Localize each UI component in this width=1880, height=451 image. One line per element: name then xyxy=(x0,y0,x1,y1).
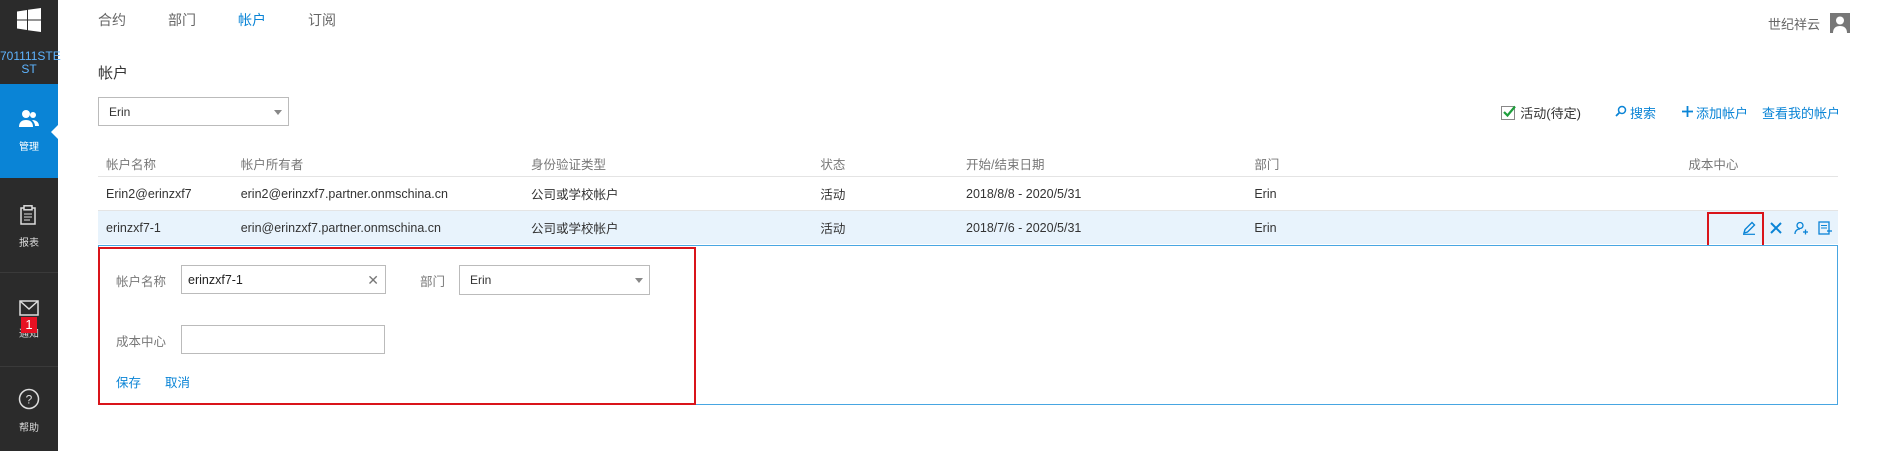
tab-departments[interactable]: 部门 xyxy=(168,10,196,30)
cell-account-owner: erin@erinzxf7.partner.onmschina.cn xyxy=(240,220,441,235)
user-name: 世纪祥云 xyxy=(1767,16,1820,32)
nav-item-notifications[interactable]: 1 通知 xyxy=(0,274,58,367)
column-header[interactable]: 部门 xyxy=(1254,154,1688,173)
nav-item-manage[interactable]: 管理 xyxy=(0,84,59,178)
cell-auth-type: 公司或学校帐户 xyxy=(531,188,619,202)
search-label: 搜索 xyxy=(1629,106,1656,121)
nav-label: 帮助 xyxy=(19,422,39,434)
tenant-name: 701111STE ST xyxy=(0,49,61,76)
top-tabs: 合约 部门 帐户 订阅 xyxy=(98,10,378,30)
cell-date-range: 2018/8/8 - 2020/5/31 xyxy=(966,186,1082,201)
edit-form-highlight xyxy=(98,247,696,405)
nav-label: 报表 xyxy=(19,238,39,249)
view-my-account-link[interactable]: 查看我的帐户 xyxy=(1762,103,1840,122)
search-icon xyxy=(1615,105,1627,120)
report-icon xyxy=(20,205,38,228)
table-row[interactable]: Erin2@erinzxf7 erin2@erinzxf7.partner.on… xyxy=(98,176,1838,210)
action-bar: 活动(待定) 搜索 添加帐户 查看我的帐户 xyxy=(1501,103,1840,122)
edit-icon-highlight xyxy=(1707,212,1764,247)
add-account-label: 添加帐户 xyxy=(1695,106,1748,121)
notification-count-badge: 1 xyxy=(21,317,37,333)
cell-department: Erin xyxy=(1254,186,1277,201)
column-header[interactable]: 成本中心 xyxy=(1688,154,1838,173)
nav-item-reports[interactable]: 报表 xyxy=(0,182,58,273)
svg-text:?: ? xyxy=(26,392,33,406)
table-row[interactable]: erinzxf7-1 erin@erinzxf7.partner.onmschi… xyxy=(98,210,1838,244)
page-title: 帐户 xyxy=(98,65,129,82)
tab-subscriptions[interactable]: 订阅 xyxy=(308,10,336,30)
tab-contracts[interactable]: 合约 xyxy=(98,10,126,30)
delete-icon[interactable] xyxy=(1770,221,1782,234)
help-icon: ? xyxy=(18,388,40,413)
tab-accounts[interactable]: 帐户 xyxy=(238,10,266,30)
cell-status: 活动 xyxy=(820,188,846,202)
table-header: 帐户名称 帐户所有者 身份验证类型 状态 开始/结束日期 部门 成本中心 xyxy=(98,150,1838,176)
column-header[interactable]: 状态 xyxy=(820,154,966,173)
details-icon[interactable] xyxy=(1818,220,1832,235)
column-header[interactable]: 帐户所有者 xyxy=(241,154,531,173)
cell-department: Erin xyxy=(1254,220,1277,235)
cell-status: 活动 xyxy=(820,222,846,236)
cell-account-name: Erin2@erinzxf7 xyxy=(106,186,192,201)
assign-user-icon[interactable] xyxy=(1794,221,1808,235)
nav-item-help[interactable]: ? 帮助 xyxy=(0,370,58,451)
selected-value: Erin xyxy=(109,104,131,119)
add-account-link[interactable]: 添加帐户 xyxy=(1681,103,1748,122)
nav-label: 管理 xyxy=(19,142,39,153)
active-pending-label: 活动(待定) xyxy=(1520,106,1581,121)
active-pending-checkbox[interactable] xyxy=(1501,105,1517,120)
chevron-down-icon xyxy=(274,109,282,115)
column-header[interactable]: 身份验证类型 xyxy=(531,154,820,173)
windows-logo-icon[interactable] xyxy=(0,0,58,40)
cell-auth-type: 公司或学校帐户 xyxy=(531,222,619,236)
people-icon xyxy=(18,109,40,132)
user-menu[interactable]: 世纪祥云 xyxy=(1768,13,1850,33)
plus-icon xyxy=(1681,105,1693,120)
avatar[interactable] xyxy=(1830,13,1850,33)
column-header[interactable]: 开始/结束日期 xyxy=(966,154,1254,173)
column-header[interactable]: 帐户名称 xyxy=(98,154,241,173)
cell-account-owner: erin2@erinzxf7.partner.onmschina.cn xyxy=(240,186,448,201)
department-filter-select[interactable]: Erin xyxy=(98,97,289,126)
search-link[interactable]: 搜索 xyxy=(1615,103,1656,122)
cell-account-name: erinzxf7-1 xyxy=(106,220,161,235)
left-navigation: 701111STE ST 管理 报表 1 通知 ? 帮助 xyxy=(0,0,61,451)
accounts-table: 帐户名称 帐户所有者 身份验证类型 状态 开始/结束日期 部门 成本中心 Eri… xyxy=(98,150,1838,244)
cell-date-range: 2018/7/6 - 2020/5/31 xyxy=(966,220,1082,235)
